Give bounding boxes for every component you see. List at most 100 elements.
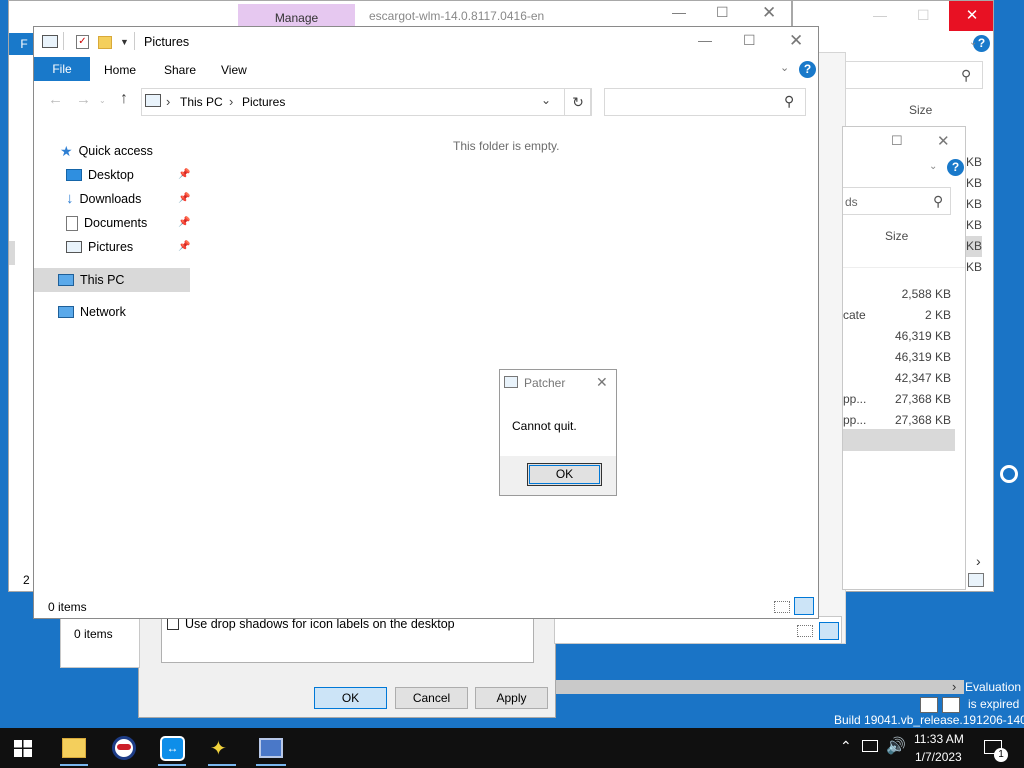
show-hidden-icons-icon[interactable]: ⌃ (840, 738, 852, 755)
breadcrumb-this-pc[interactable]: This PC (180, 95, 223, 109)
ok-button[interactable]: OK (314, 687, 387, 709)
refresh-button[interactable]: ↻ (564, 88, 592, 116)
file-size: 46,319 KB (894, 329, 951, 343)
taskbar: ↔ ✦ ⌃ 🔊 11:33 AM 1/7/2023 1 (0, 728, 1024, 768)
large-icons-view-icon[interactable] (819, 622, 839, 640)
minimize-icon[interactable]: — (698, 32, 712, 48)
tab-view[interactable]: View (221, 63, 247, 77)
obama-app-icon[interactable] (112, 736, 136, 760)
file-explorer-icon[interactable] (62, 738, 86, 758)
nav-documents[interactable]: Documents (66, 212, 147, 234)
help-icon[interactable]: ? (799, 61, 816, 78)
teamviewer-icon[interactable]: ↔ (160, 736, 185, 761)
tab-home[interactable]: Home (104, 63, 136, 77)
close-icon[interactable]: ✕ (789, 31, 803, 51)
ok-button[interactable]: OK (527, 463, 602, 486)
back-arrow-icon[interactable]: ← (48, 91, 63, 108)
cancel-button[interactable]: Cancel (395, 687, 468, 709)
file-size: 42,347 KB (894, 371, 951, 385)
background-explorer-window-4 (554, 616, 842, 644)
clock-time[interactable]: 11:33 AM (914, 732, 964, 746)
close-icon[interactable]: ✕ (762, 3, 776, 23)
size-column-header[interactable]: Size (909, 103, 932, 117)
details-view-icon[interactable] (797, 625, 813, 637)
pictures-icon (66, 241, 82, 253)
breadcrumb-chevron-icon[interactable]: › (229, 94, 233, 109)
details-view-icon[interactable] (920, 697, 938, 713)
nav-label: Downloads (79, 192, 142, 206)
details-view-icon[interactable] (774, 601, 790, 613)
clock-date[interactable]: 1/7/2023 (915, 750, 962, 764)
download-arrow-icon: ↓ (66, 190, 74, 207)
document-icon (66, 215, 78, 231)
size-fragment: KB (966, 260, 983, 274)
close-button-red[interactable]: ✕ (949, 1, 993, 31)
patcher-app-icon (504, 376, 518, 388)
help-icon[interactable]: ? (947, 159, 964, 176)
background-explorer-window-3: 0 items (60, 616, 140, 668)
size-fragment: KB (966, 155, 983, 169)
drop-shadow-label: Use drop shadows for icon labels on the … (185, 617, 455, 631)
volume-icon[interactable]: 🔊 (886, 736, 906, 756)
search-box-fragment[interactable]: ds (845, 195, 858, 209)
monitor-icon (58, 274, 74, 286)
tab-file[interactable]: File (34, 57, 90, 81)
nav-desktop[interactable]: Desktop (66, 164, 134, 186)
breadcrumb-pictures[interactable]: Pictures (242, 95, 285, 109)
remote-desktop-icon[interactable] (259, 738, 283, 758)
size-column-header[interactable]: Size (885, 229, 908, 243)
pin-icon[interactable]: 📌 (178, 241, 190, 252)
nav-network[interactable]: Network (58, 301, 126, 323)
network-status-icon[interactable] (862, 740, 878, 752)
type-fragment: pp... (843, 392, 867, 406)
nav-pictures[interactable]: Pictures (66, 236, 133, 258)
nav-this-pc[interactable]: This PC (58, 269, 124, 291)
start-icon[interactable] (14, 740, 32, 757)
close-icon[interactable]: ✕ (596, 374, 608, 391)
large-icons-view-icon[interactable] (794, 597, 814, 615)
desktop-icon (66, 169, 82, 181)
window-title: escargot-wlm-14.0.8117.0416-en (369, 9, 545, 23)
empty-folder-message: This folder is empty. (453, 139, 560, 153)
status-bar-text: 0 items (74, 627, 113, 641)
watermark-line: Build 19041.vb_release.191206-1406 (834, 713, 1024, 727)
forward-arrow-icon[interactable]: → (76, 91, 91, 108)
properties-icon[interactable]: ✓ (76, 35, 89, 49)
pin-icon[interactable]: 📌 (178, 217, 190, 228)
star-icon: ★ (60, 143, 73, 159)
window-app-icon (42, 35, 58, 48)
type-fragment: pp... (843, 413, 867, 427)
size-fragment: KB (966, 236, 983, 257)
minimize-icon[interactable]: — (672, 4, 686, 20)
new-folder-icon[interactable] (98, 36, 112, 49)
magic-wand-app-icon[interactable]: ✦ (210, 736, 227, 761)
maximize-icon[interactable]: ☐ (743, 32, 756, 49)
recent-locations-icon[interactable]: ⌄ (99, 96, 106, 105)
patcher-dialog: Patcher ✕ Cannot quit. OK (499, 369, 617, 496)
maximize-icon[interactable]: ☐ (716, 4, 729, 21)
large-icons-view-icon[interactable] (942, 697, 960, 713)
selected-row[interactable] (843, 429, 955, 451)
pin-icon[interactable]: 📌 (178, 193, 190, 204)
breadcrumb-chevron-icon[interactable]: › (166, 94, 170, 109)
address-dropdown-icon[interactable]: ⌄ (541, 93, 551, 107)
up-arrow-icon[interactable]: ↑ (120, 90, 128, 108)
nav-label: Documents (84, 216, 148, 230)
nav-quick-access[interactable]: ★ Quick access (60, 140, 153, 162)
search-input[interactable] (604, 88, 806, 116)
apply-button[interactable]: Apply (475, 687, 548, 709)
dialog-title: Patcher (524, 376, 566, 390)
background-folder-window: ☐ ✕ ⌄ ? ds ⚲ Size cate pp... pp... 2,588… (842, 126, 966, 590)
tab-share[interactable]: Share (164, 63, 196, 77)
nav-label: This PC (80, 273, 125, 287)
expand-ribbon-icon[interactable]: ⌄ (780, 61, 789, 74)
pin-icon[interactable]: 📌 (178, 169, 190, 180)
horizontal-scrollbar[interactable] (556, 680, 964, 694)
nav-downloads[interactable]: ↓ Downloads (66, 188, 141, 210)
file-list-area[interactable] (196, 123, 818, 593)
cortana-ring-icon[interactable] (1000, 465, 1018, 483)
drop-shadow-checkbox[interactable] (167, 618, 179, 630)
customize-toolbar-icon[interactable]: ▼ (120, 37, 129, 47)
details-view-icon[interactable] (968, 573, 984, 587)
this-pc-small-icon (145, 94, 161, 107)
